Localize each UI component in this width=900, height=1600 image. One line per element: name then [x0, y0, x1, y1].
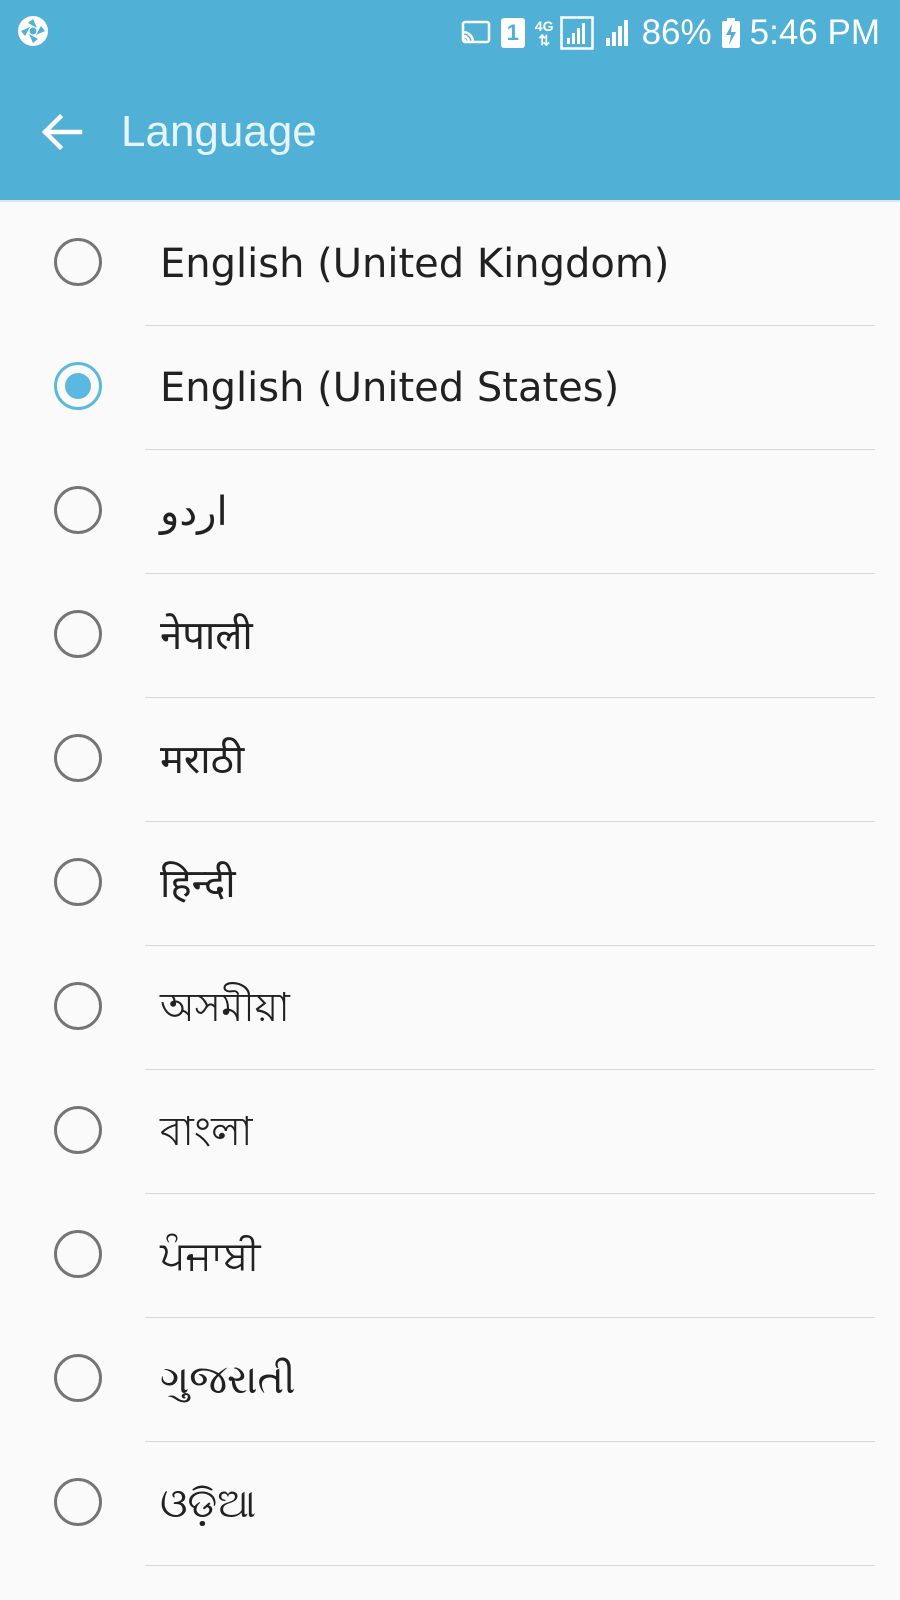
toolbar: Language — [0, 64, 900, 200]
language-label: অসমীয়া — [160, 985, 290, 1031]
app-bar: 1 4G ⇅ 86% 5:46 PM Language — [0, 0, 900, 200]
radio-button[interactable] — [54, 1106, 102, 1154]
language-label: हिन्दी — [160, 861, 236, 907]
language-item-bengali[interactable]: বাংলা — [0, 1070, 900, 1194]
page-title: Language — [121, 107, 317, 156]
battery-charging-icon — [721, 18, 740, 48]
radio-button[interactable] — [54, 1230, 102, 1278]
language-item-gujarati[interactable]: ગુજરાતી — [0, 1318, 900, 1442]
language-item-assamese[interactable]: অসমীয়া — [0, 946, 900, 1070]
language-label: ગુજરાતી — [160, 1357, 296, 1403]
language-label: اردو — [160, 489, 228, 535]
signal-sim2-icon — [605, 20, 628, 46]
status-bar: 1 4G ⇅ 86% 5:46 PM — [0, 0, 900, 64]
language-label: मराठी — [160, 737, 245, 783]
language-label: ଓଡ଼ିଆ — [160, 1481, 256, 1527]
radio-button[interactable] — [54, 982, 102, 1030]
language-label: नेपाली — [160, 613, 253, 659]
language-item-nepali[interactable]: नेपाली — [0, 574, 900, 698]
language-label: English (United Kingdom) — [160, 241, 670, 287]
language-item-punjabi[interactable]: ਪੰਜਾਬੀ — [0, 1194, 900, 1318]
status-icons: 1 4G ⇅ 86% 5:46 PM — [461, 8, 880, 58]
signal-sim1-icon — [559, 16, 594, 50]
battery-percent: 86% — [641, 13, 712, 52]
language-label: ਪੰਜਾਬੀ — [160, 1233, 261, 1279]
radio-button[interactable] — [54, 486, 102, 534]
language-item-en-us[interactable]: English (United States) — [0, 326, 900, 450]
language-item-odia[interactable]: ଓଡ଼ିଆ — [0, 1442, 900, 1566]
radio-button[interactable] — [54, 238, 102, 286]
language-item-en-gb[interactable]: English (United Kingdom) — [0, 202, 900, 326]
language-item-urdu[interactable]: اردو — [0, 450, 900, 574]
language-item-marathi[interactable]: मराठी — [0, 698, 900, 822]
radio-button[interactable] — [54, 1478, 102, 1526]
radio-button[interactable] — [54, 734, 102, 782]
arrow-left-icon[interactable] — [36, 106, 88, 158]
language-list: English (United Kingdom) English (United… — [0, 202, 900, 1566]
cast-icon — [461, 20, 491, 44]
radio-button[interactable] — [54, 610, 102, 658]
radio-button[interactable] — [54, 858, 102, 906]
language-label: বাংলা — [160, 1109, 253, 1155]
sim-1-icon: 1 — [500, 18, 525, 48]
radio-button[interactable] — [54, 1354, 102, 1402]
language-label: English (United States) — [160, 365, 620, 411]
clock: 5:46 PM — [749, 13, 880, 52]
language-item-hindi[interactable]: हिन्दी — [0, 822, 900, 946]
camera-aperture-icon — [18, 16, 48, 46]
radio-button-checked[interactable] — [54, 362, 102, 410]
lte-4g-icon: 4G ⇅ — [534, 18, 554, 48]
